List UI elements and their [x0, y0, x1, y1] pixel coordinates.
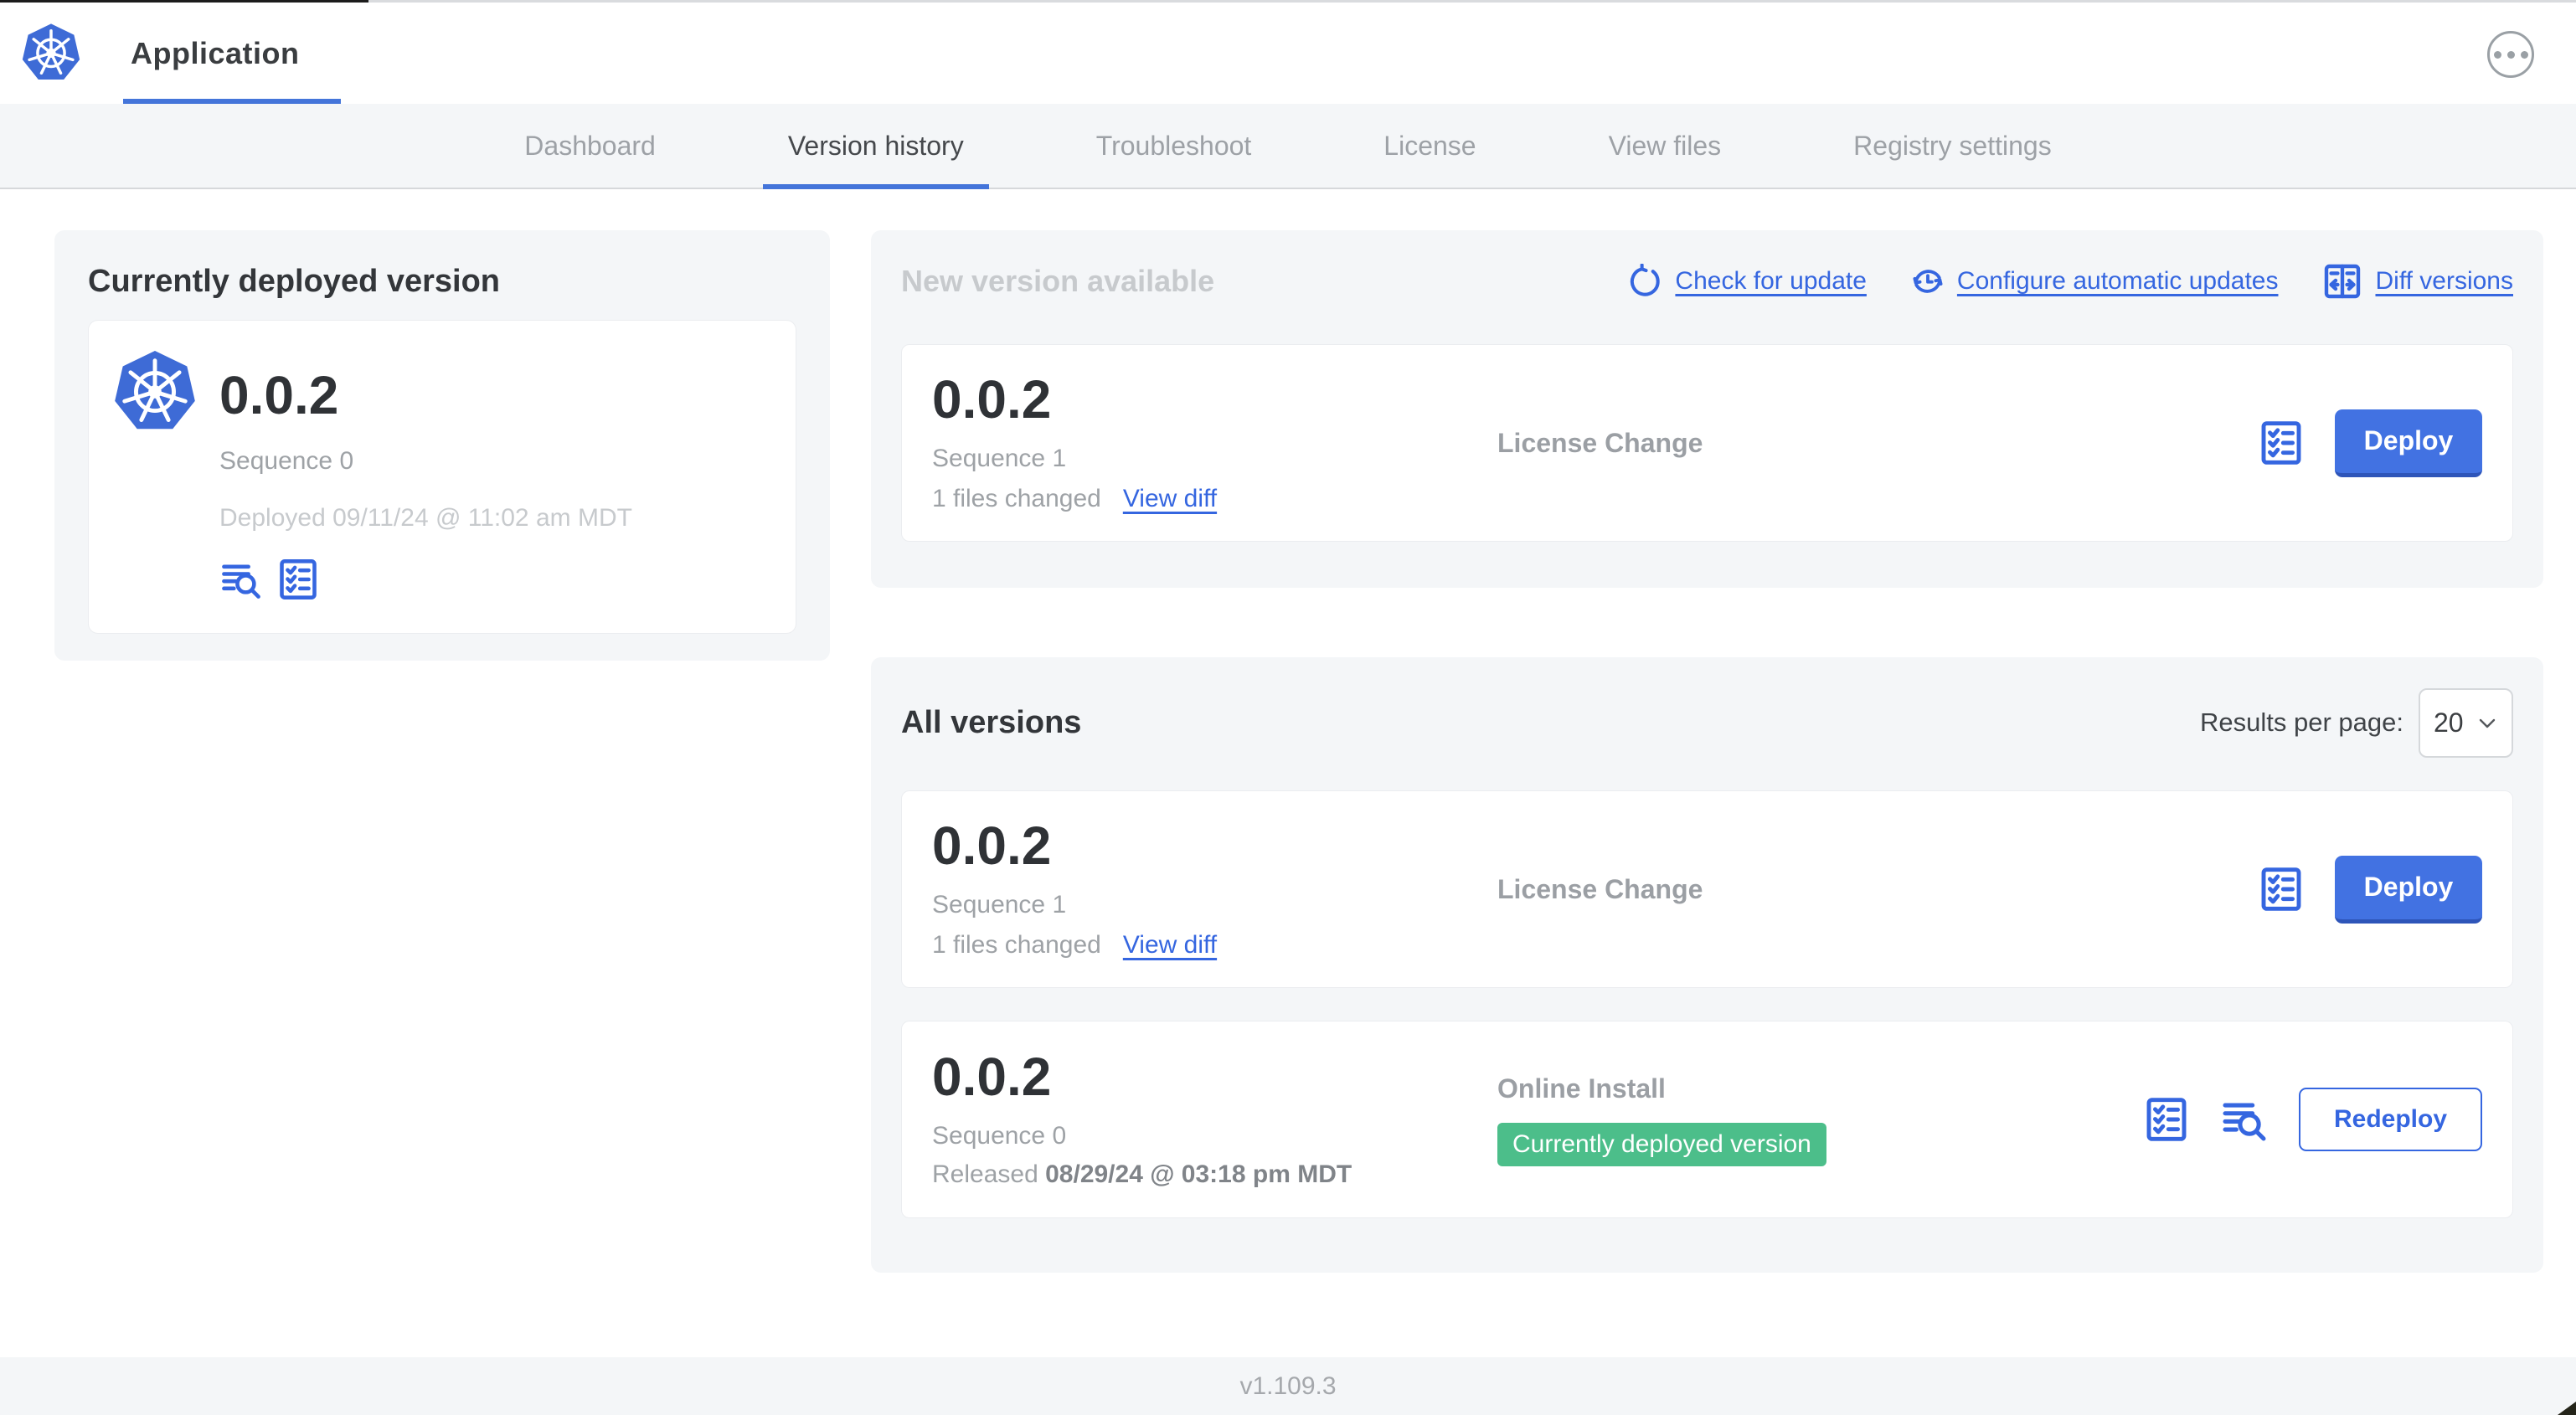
schedule-update-icon — [1913, 270, 1943, 293]
currently-deployed-panel: Currently deployed version 0.0.2 Sequenc… — [54, 230, 830, 661]
refresh-icon — [1628, 264, 1663, 299]
release-notes-icon[interactable] — [2220, 1095, 2269, 1144]
version-sequence: Sequence 1 — [932, 891, 1067, 918]
diff-versions-link[interactable]: Diff versions — [2321, 261, 2513, 301]
tab-version-history[interactable]: Version history — [762, 104, 989, 189]
version-source: Online Install — [1497, 1073, 1666, 1104]
app-title: Application — [131, 35, 300, 70]
all-versions-panel: All versions Results per page: 20 0.0.2 … — [871, 657, 2543, 1273]
version-number: 0.0.2 — [932, 1047, 1052, 1107]
results-per-page-label: Results per page: — [2200, 708, 2403, 737]
released-label: Released 08/29/24 @ 03:18 pm MDT — [932, 1160, 1352, 1188]
deploy-button[interactable]: Deploy — [2335, 409, 2482, 477]
version-sequence: Sequence 1 — [932, 445, 1067, 472]
currently-deployed-badge: Currently deployed version — [1497, 1122, 1826, 1166]
kubernetes-logo-icon — [21, 22, 81, 84]
preflight-checklist-icon[interactable] — [2258, 864, 2305, 914]
kubernetes-logo-icon — [114, 349, 196, 435]
currently-deployed-card: 0.0.2 Sequence 0 Deployed 09/11/24 @ 11:… — [88, 320, 796, 634]
version-number: 0.0.2 — [932, 816, 1052, 876]
preflight-checklist-icon[interactable] — [276, 558, 320, 601]
all-versions-heading: All versions — [901, 704, 1082, 740]
diff-icon — [2321, 261, 2363, 301]
version-source: License Change — [1497, 873, 1703, 904]
overflow-menu-button[interactable] — [2487, 31, 2534, 78]
ellipsis-icon — [2493, 50, 2501, 59]
new-version-row: 0.0.2 Sequence 1 1 files changed View di… — [901, 344, 2513, 542]
files-changed-label: 1 files changed — [932, 931, 1101, 959]
current-sequence: Sequence 0 — [219, 447, 354, 476]
deploy-button[interactable]: Deploy — [2335, 855, 2482, 924]
current-deployed-timestamp: Deployed 09/11/24 @ 11:02 am MDT — [219, 504, 632, 533]
released-date: 08/29/24 @ 03:18 pm MDT — [1045, 1160, 1352, 1188]
cursor-artifact — [2558, 1402, 2576, 1415]
configure-automatic-updates-link[interactable]: Configure automatic updates — [1910, 264, 2278, 299]
new-version-title: New version available — [901, 264, 1215, 298]
preflight-checklist-icon[interactable] — [2143, 1094, 2190, 1145]
footer: v1.109.3 — [0, 1357, 2576, 1415]
tab-view-files[interactable]: View files — [1605, 104, 1725, 188]
chevron-down-icon — [2479, 718, 2496, 728]
results-per-page-select[interactable]: 20 — [2419, 687, 2513, 758]
redeploy-button[interactable]: Redeploy — [2298, 1088, 2482, 1151]
check-for-update-link[interactable]: Check for update — [1628, 264, 1867, 299]
tab-registry-settings[interactable]: Registry settings — [1850, 104, 2055, 188]
view-diff-link[interactable]: View diff — [1123, 931, 1217, 960]
preflight-checklist-icon[interactable] — [2258, 418, 2305, 468]
new-version-panel: New version available Check for update C… — [871, 230, 2543, 588]
view-diff-link[interactable]: View diff — [1123, 485, 1217, 513]
nav-tabbar: Dashboard Version history Troubleshoot L… — [0, 104, 2576, 189]
app-header: Application — [0, 3, 2576, 104]
tab-license[interactable]: License — [1380, 104, 1479, 188]
currently-deployed-heading: Currently deployed version — [88, 264, 501, 299]
version-row: 0.0.2 Sequence 1 1 files changed View di… — [901, 790, 2513, 988]
current-version-number: 0.0.2 — [219, 365, 339, 425]
version-number: 0.0.2 — [932, 369, 1052, 430]
tab-troubleshoot[interactable]: Troubleshoot — [1093, 104, 1255, 188]
files-changed-label: 1 files changed — [932, 485, 1101, 512]
console-version: v1.109.3 — [1239, 1371, 1337, 1400]
tab-dashboard[interactable]: Dashboard — [521, 104, 659, 188]
version-sequence: Sequence 0 — [932, 1122, 1067, 1150]
version-row: 0.0.2 Sequence 0 Released 08/29/24 @ 03:… — [901, 1021, 2513, 1218]
version-source: License Change — [1497, 427, 1703, 458]
release-notes-icon[interactable] — [219, 558, 263, 601]
